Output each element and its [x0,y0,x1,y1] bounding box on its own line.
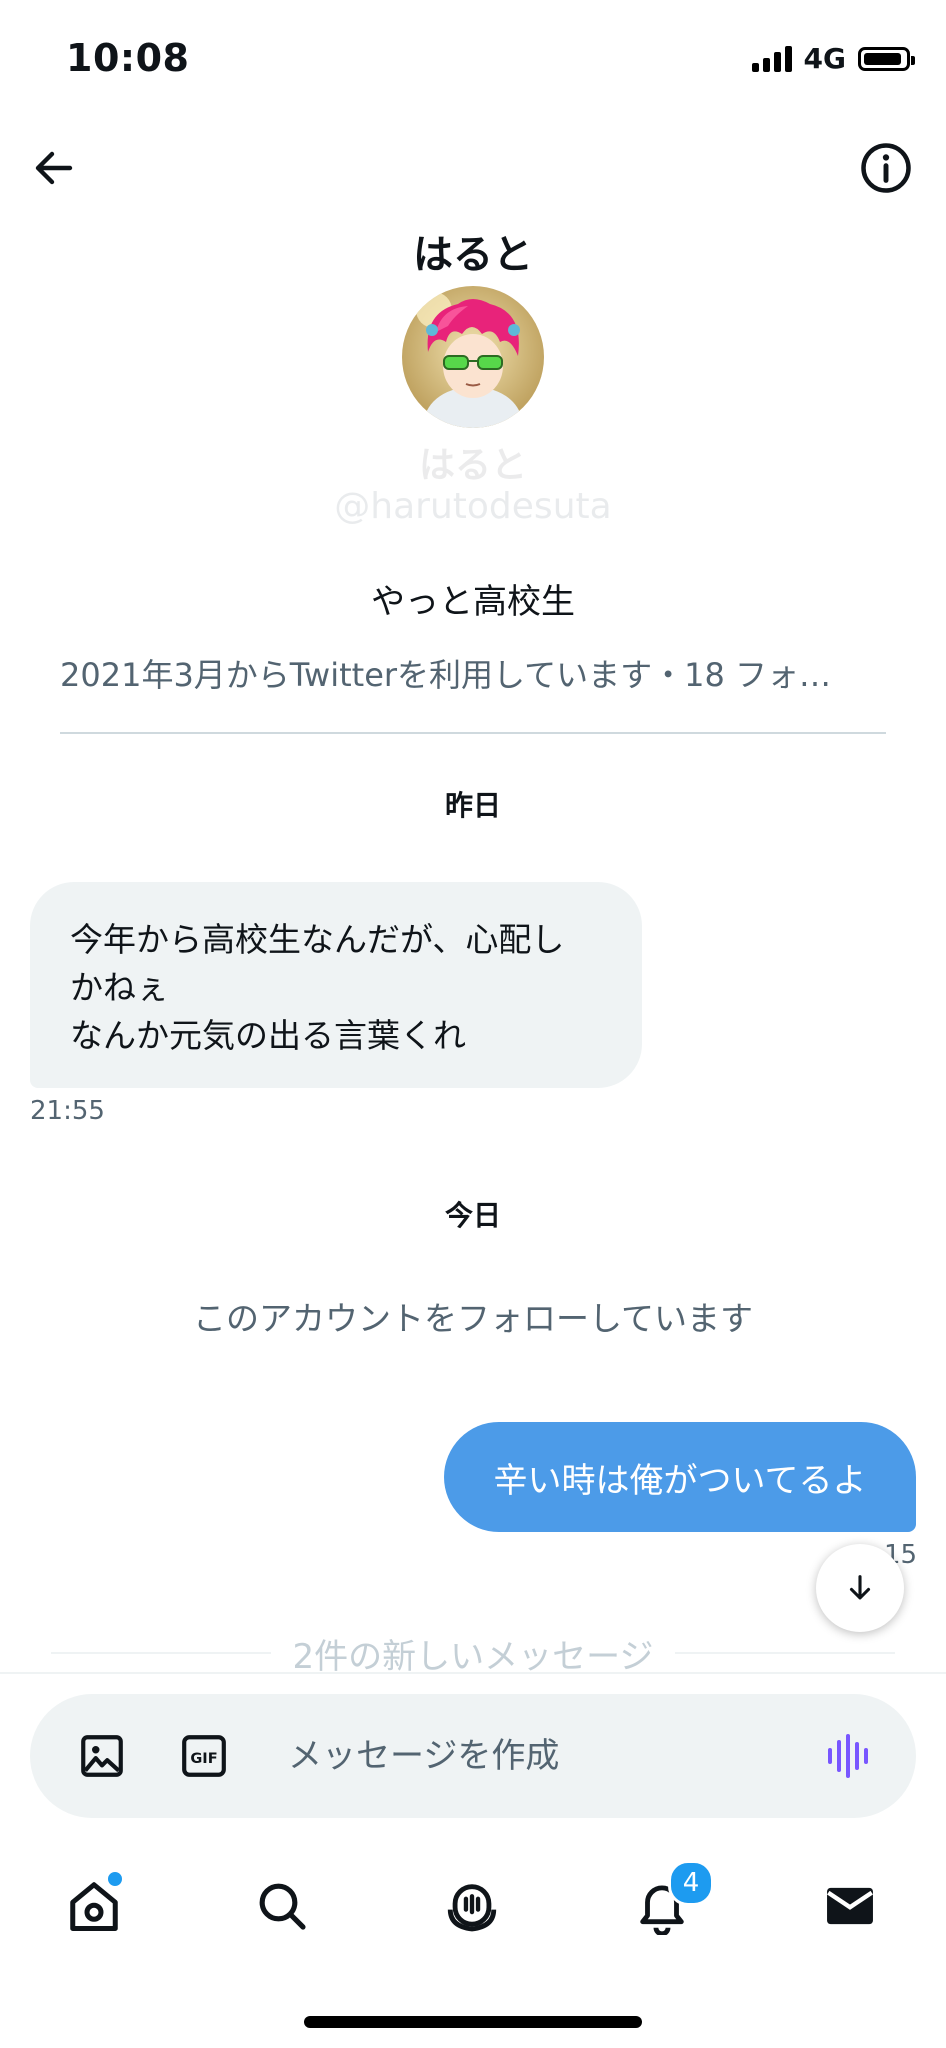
profile-bio: やっと高校生 [371,582,575,622]
add-gif-button[interactable]: GIF [178,1730,230,1782]
composer-divider [0,1672,946,1674]
tab-home[interactable] [54,1866,134,1946]
new-content-dot [106,1870,124,1888]
message-input[interactable] [288,1724,808,1788]
status-time: 10:08 [66,36,190,80]
new-messages-divider: 2件の新しいメッセージ [0,1628,946,1678]
voice-waveform-icon [828,1734,868,1778]
divider-line [50,1652,271,1654]
arrow-down-icon [849,1575,871,1600]
image-icon [81,1735,123,1777]
search-icon [259,1883,306,1930]
avatar-image [402,286,544,428]
divider [60,732,886,734]
tab-spaces[interactable] [432,1866,512,1946]
follow-notice: このアカウントをフォローしています [192,1299,753,1338]
divider-line [675,1652,896,1654]
signal-icon [751,45,792,72]
gif-icon: GIF [182,1735,226,1777]
message-line: なんか元気の出る言葉くれ [70,1016,466,1055]
spaces-icon [447,1884,497,1932]
profile-handle: @harutodesuta [334,486,612,527]
status-indicators: 4G [751,42,915,75]
voice-message-button[interactable] [824,1730,876,1782]
info-button[interactable] [854,136,918,200]
message-composer: GIF [30,1694,916,1818]
arrow-left-icon [35,151,73,185]
avatar[interactable] [402,286,544,428]
message-text: 辛い時は俺がついてるよ [493,1460,867,1501]
incoming-message-bubble[interactable]: 今年から高校生なんだが、心配し かねぇ なんか元気の出る言葉くれ [30,882,642,1088]
network-type: 4G [803,42,846,75]
notification-badge: 4 [668,1860,714,1906]
info-icon [861,143,911,193]
date-separator-yesterday: 昨日 [444,789,501,822]
outgoing-message-bubble[interactable]: 辛い時は俺がついてるよ [444,1422,916,1532]
tab-notifications[interactable]: 4 [622,1860,714,1946]
add-image-button[interactable] [76,1730,128,1782]
conversation-title: はると [413,232,533,278]
incoming-message-time: 21:55 [30,1096,105,1126]
tab-messages[interactable] [810,1866,890,1946]
profile-name: はると [418,445,527,486]
profile-meta[interactable]: 2021年3月からTwitterを利用しています・18 フォ… [60,650,880,696]
back-button[interactable] [22,136,86,200]
tab-search[interactable] [242,1866,322,1946]
date-separator-today: 今日 [444,1199,501,1232]
svg-text:GIF: GIF [190,1750,217,1767]
scroll-to-bottom-button[interactable] [816,1544,904,1632]
message-line: かねぇ [70,968,169,1007]
new-messages-label: 2件の新しいメッセージ [292,1636,654,1677]
message-line: 今年から高校生なんだが、心配し [70,920,565,959]
battery-icon [858,46,915,71]
home-indicator [304,2016,642,2028]
envelope-icon [827,1887,873,1925]
